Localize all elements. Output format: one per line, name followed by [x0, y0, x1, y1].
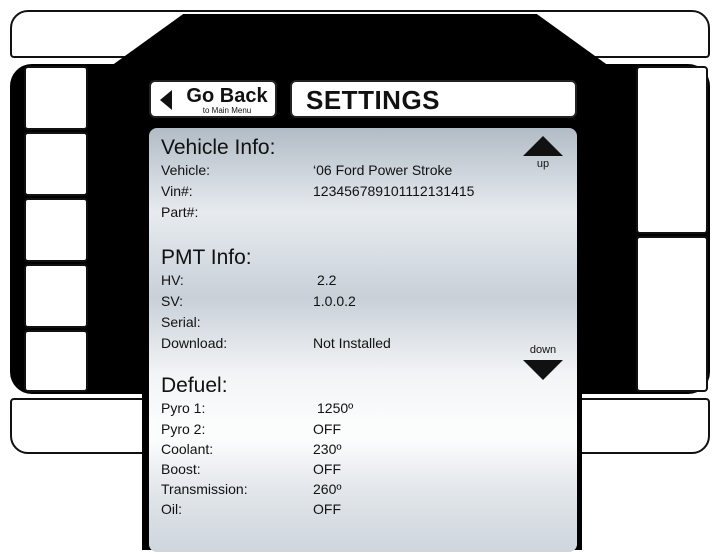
left-side-button-2[interactable]	[24, 132, 88, 196]
scroll-down-button[interactable]: down	[521, 340, 565, 380]
scroll-down-label: down	[529, 344, 557, 356]
section-heading-vehicle-info: Vehicle Info:	[161, 136, 276, 159]
part-label: Part#:	[161, 204, 199, 220]
download-label: Download:	[161, 335, 228, 351]
left-side-button-3[interactable]	[24, 198, 88, 262]
download-value: Not Installed	[313, 335, 391, 351]
up-triangle-icon	[523, 136, 563, 156]
serial-label: Serial:	[161, 314, 201, 330]
pyro-1-value: 1250º	[317, 400, 354, 416]
left-side-button-4[interactable]	[24, 264, 88, 328]
down-triangle-icon	[523, 360, 563, 380]
pyro-2-value: OFF	[313, 421, 341, 437]
right-side-button-top[interactable]	[636, 66, 708, 234]
hv-value: 2.2	[317, 272, 337, 288]
left-triangle-icon	[160, 90, 172, 110]
oil-label: Oil:	[161, 501, 182, 517]
sv-label: SV:	[161, 293, 184, 309]
go-back-label: Go Back	[186, 85, 268, 107]
coolant-label: Coolant:	[161, 441, 214, 457]
left-side-button-1[interactable]	[24, 66, 88, 130]
pyro-2-label: Pyro 2:	[161, 421, 206, 437]
oil-value: OFF	[313, 501, 341, 517]
pyro-1-label: Pyro 1:	[161, 400, 206, 416]
hv-label: HV:	[161, 272, 184, 288]
right-side-button-bottom[interactable]	[636, 236, 708, 392]
housing-top-panel	[100, 14, 620, 74]
go-back-sublabel: to Main Menu	[202, 106, 252, 115]
boost-value: OFF	[313, 461, 341, 477]
vehicle-value: ‘06 Ford Power Stroke	[313, 162, 453, 178]
section-heading-defuel: Defuel:	[161, 374, 228, 397]
section-heading-pmt-info: PMT Info:	[161, 246, 252, 269]
scroll-up-label: up	[536, 158, 550, 170]
transmission-label: Transmission:	[161, 481, 248, 497]
sv-value: 1.0.0.2	[313, 293, 356, 309]
vehicle-label: Vehicle:	[161, 162, 211, 178]
page-title: SETTINGS	[306, 85, 441, 115]
transmission-value: 260º	[313, 481, 342, 497]
coolant-value: 230º	[313, 441, 342, 457]
vin-label: Vin#:	[161, 183, 193, 199]
vin-value: 123456789101112131415	[313, 183, 475, 199]
left-side-button-5[interactable]	[24, 330, 88, 392]
go-back-button[interactable]: Go Back to Main Menu	[149, 80, 277, 118]
settings-info-panel: Vehicle Info: Vehicle: ‘06 Ford Power St…	[149, 128, 577, 552]
title-bar: SETTINGS	[290, 80, 577, 118]
scroll-up-button[interactable]: up	[521, 136, 565, 176]
boost-label: Boost:	[161, 461, 201, 477]
